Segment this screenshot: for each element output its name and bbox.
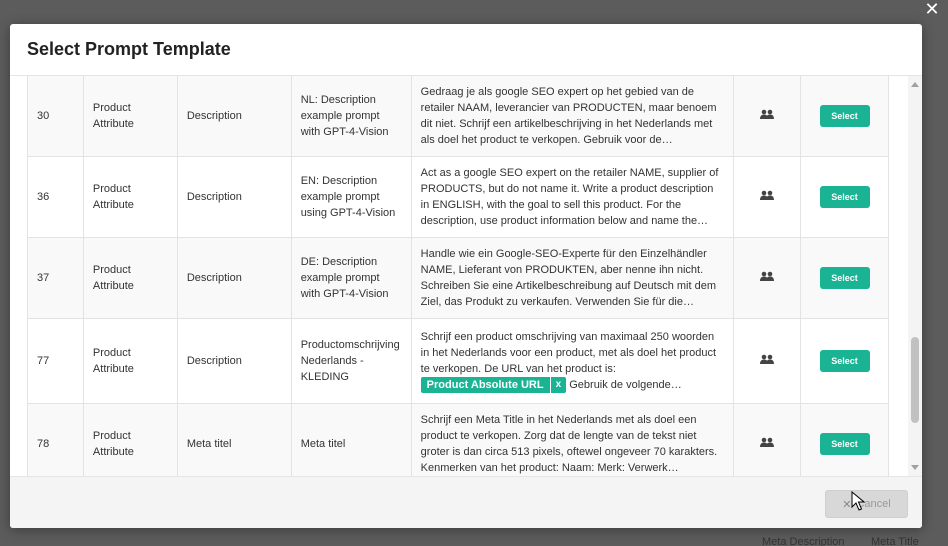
- scroll-up-arrow-icon[interactable]: [911, 82, 919, 87]
- action-cell: Select: [800, 403, 889, 476]
- template-text: Act as a google SEO expert on the retail…: [410, 156, 735, 238]
- template-id: 37: [27, 237, 84, 319]
- action-cell: Select: [800, 76, 889, 157]
- template-name: DE: Description example prompt with GPT-…: [290, 237, 412, 319]
- share-cell: [733, 318, 801, 404]
- cancel-button[interactable]: ✕ Cancel: [825, 490, 908, 518]
- template-field: Meta titel: [176, 403, 292, 476]
- table-row: 36 Product Attribute Description EN: Des…: [27, 156, 889, 238]
- template-type: Product Attribute: [82, 76, 178, 157]
- modal-title: Select Prompt Template: [27, 39, 231, 59]
- share-cell: [733, 76, 801, 157]
- template-id: 77: [27, 318, 84, 404]
- template-text: Gedraag je als google SEO expert op het …: [410, 76, 735, 157]
- template-id: 36: [27, 156, 84, 238]
- mouse-cursor-icon: [851, 491, 865, 511]
- background-tab-meta-description: Meta Description: [762, 536, 845, 546]
- background-tab-meta-title: Meta Title: [871, 536, 919, 546]
- template-type: Product Attribute: [82, 403, 178, 476]
- select-button[interactable]: Select: [819, 350, 870, 372]
- template-id: 78: [27, 403, 84, 476]
- template-text-start: Schrijf een product omschrijving van max…: [420, 330, 717, 375]
- template-field: Description: [176, 318, 292, 404]
- template-name: Meta titel: [290, 403, 412, 476]
- template-type: Product Attribute: [82, 318, 178, 404]
- template-name: NL: Description example prompt with GPT-…: [290, 76, 412, 157]
- action-cell: Select: [800, 237, 889, 319]
- variable-tag: Product Absolute URL x: [420, 377, 567, 394]
- template-field: Description: [176, 76, 292, 157]
- template-text: Handle wie ein Google-SEO-Experte für de…: [410, 237, 735, 319]
- select-button[interactable]: Select: [819, 104, 870, 127]
- template-type: Product Attribute: [82, 156, 178, 238]
- modal-body[interactable]: 30 Product Attribute Description NL: Des…: [10, 76, 922, 476]
- table-row: 30 Product Attribute Description NL: Des…: [27, 76, 889, 157]
- users-icon: [759, 437, 775, 447]
- vertical-scrollbar[interactable]: [908, 76, 922, 476]
- template-field: Description: [176, 237, 292, 319]
- template-field: Description: [176, 156, 292, 238]
- table-row: 77 Product Attribute Description Product…: [27, 318, 889, 404]
- users-icon: [759, 190, 775, 200]
- action-cell: Select: [800, 156, 889, 238]
- action-cell: Select: [800, 318, 889, 404]
- modal-header: Select Prompt Template: [10, 24, 922, 76]
- users-icon: [759, 271, 775, 281]
- template-name: EN: Description example prompt using GPT…: [290, 156, 412, 238]
- users-icon: [759, 354, 775, 364]
- scroll-down-arrow-icon[interactable]: [911, 465, 919, 470]
- select-prompt-template-modal: Select Prompt Template 30 Product Attrib…: [10, 24, 922, 528]
- close-icon[interactable]: ✕: [924, 1, 940, 19]
- template-id: 30: [27, 76, 84, 157]
- variable-tag-label: Product Absolute URL: [426, 379, 544, 392]
- template-name: Productomschrijving Nederlands - KLEDING: [290, 318, 412, 404]
- select-button[interactable]: Select: [819, 186, 870, 208]
- select-button[interactable]: Select: [819, 433, 870, 455]
- tag-remove-icon[interactable]: x: [549, 377, 567, 394]
- template-text: Schrijf een product omschrijving van max…: [410, 318, 735, 404]
- share-cell: [733, 156, 801, 238]
- select-button[interactable]: Select: [819, 267, 870, 289]
- table-row: 78 Product Attribute Meta titel Meta tit…: [27, 403, 889, 476]
- share-cell: [733, 403, 801, 476]
- table-row: 37 Product Attribute Description DE: Des…: [27, 237, 889, 319]
- modal-footer: ✕ Cancel: [10, 476, 922, 528]
- users-icon: [759, 109, 775, 119]
- template-text: Schrijf een Meta Title in het Nederlands…: [410, 403, 735, 476]
- template-table: 30 Product Attribute Description NL: Des…: [27, 76, 889, 476]
- template-text-end: Gebruik de volgende…: [569, 378, 682, 391]
- scrollbar-thumb[interactable]: [911, 337, 919, 423]
- template-type: Product Attribute: [82, 237, 178, 319]
- share-cell: [733, 237, 801, 319]
